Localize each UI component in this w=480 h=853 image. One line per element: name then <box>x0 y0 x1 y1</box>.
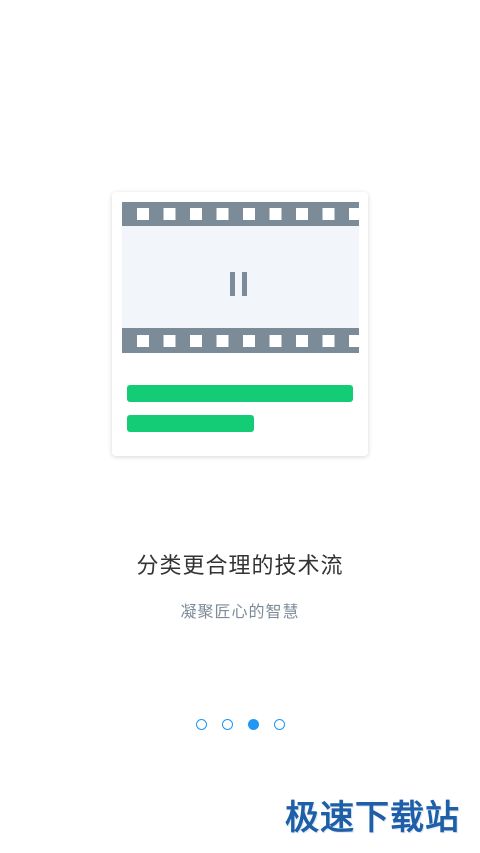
film-sprocket-hole <box>296 335 308 347</box>
page-subtitle: 凝聚匠心的智慧 <box>180 602 300 621</box>
page-title: 分类更合理的技术流 <box>136 554 344 579</box>
illustration-card <box>112 192 368 456</box>
film-sprocket-hole <box>349 335 359 347</box>
page-dot-4[interactable] <box>273 719 285 730</box>
progress-bar-long <box>127 385 353 402</box>
film-sprocket-hole <box>190 335 202 347</box>
film-pause-icon <box>122 202 359 353</box>
film-sprocket-hole <box>322 335 335 347</box>
page-dot-3[interactable] <box>247 719 259 730</box>
film-sprocket-hole <box>322 208 335 220</box>
page-dot-2[interactable] <box>221 719 233 730</box>
film-sprocket-hole <box>243 208 255 220</box>
film-sprocket-hole <box>216 335 229 347</box>
film-sprocket-hole <box>269 335 282 347</box>
onboarding-screen: 分类更合理的技术流 凝聚匠心的智慧 极速下载站 <box>0 0 480 853</box>
film-sprocket-hole <box>163 208 176 220</box>
watermark: 极速下载站 <box>285 798 460 838</box>
film-sprocket-hole <box>243 335 255 347</box>
film-sprocket-hole <box>349 208 359 220</box>
page-indicator[interactable] <box>0 719 480 730</box>
film-sprocket-hole <box>137 335 149 347</box>
film-sprocket-hole <box>163 335 176 347</box>
film-sprocket-hole <box>190 208 202 220</box>
film-sprocket-hole <box>216 208 229 220</box>
film-sprocket-hole <box>137 208 149 220</box>
film-sprocket-hole <box>296 208 308 220</box>
page-dot-1[interactable] <box>195 719 207 730</box>
film-sprocket-hole <box>269 208 282 220</box>
progress-bar-short <box>127 415 254 432</box>
